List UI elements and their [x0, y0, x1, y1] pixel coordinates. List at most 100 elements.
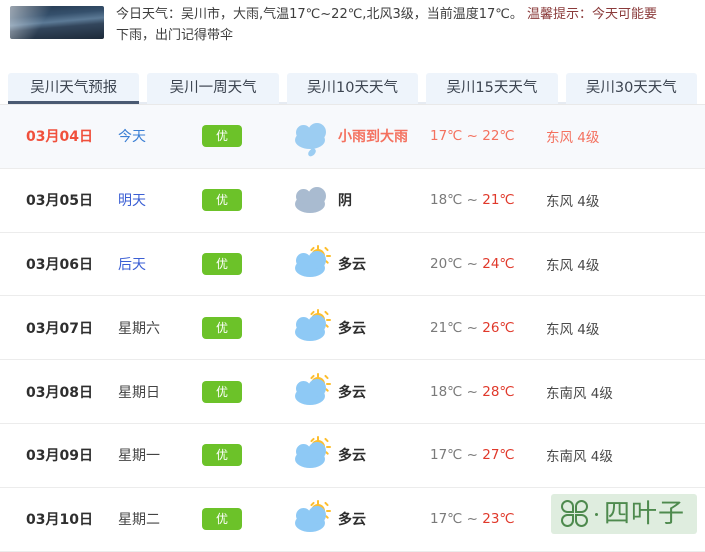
air-quality-badge: 优 — [202, 508, 242, 530]
temperature-range: 17℃ ~ 23℃ — [430, 511, 546, 527]
site-watermark: 四叶子 — [551, 494, 697, 534]
forecast-row: 03月05日明天优阴18℃ ~ 21℃东风 4级 — [0, 169, 705, 233]
air-quality-badge: 优 — [202, 444, 242, 466]
temperature-range: 18℃ ~ 21℃ — [430, 192, 546, 208]
temp-low: 18℃ — [430, 192, 462, 208]
forecast-date: 03月06日 — [26, 254, 118, 274]
weather-icon-cell — [288, 502, 334, 536]
temp-low: 17℃ — [430, 511, 462, 527]
temperature-range: 20℃ ~ 24℃ — [430, 256, 546, 272]
temp-low: 18℃ — [430, 384, 462, 400]
clover-icon — [561, 500, 589, 528]
rain-cloud-icon — [291, 119, 331, 153]
summary-line-2: 下雨，出门记得带伞 — [116, 28, 233, 43]
temp-separator: ~ — [462, 447, 482, 463]
temperature-range: 17℃ ~ 22℃ — [430, 128, 546, 144]
weather-thumbnail-image — [10, 6, 104, 39]
summary-line-1: 今日天气：吴川市，大雨,气温17℃~22℃,北风3级，当前温度17℃。 — [116, 7, 523, 22]
forecast-day-label: 星期日 — [118, 382, 202, 402]
weather-condition: 多云 — [334, 318, 430, 338]
temp-low: 17℃ — [430, 128, 462, 144]
temp-separator: ~ — [462, 192, 482, 208]
air-quality-cell: 优 — [202, 253, 288, 275]
forecast-day-label: 星期六 — [118, 318, 202, 338]
temp-high: 28℃ — [482, 384, 514, 400]
wind-info: 东风 4级 — [546, 190, 599, 210]
temp-separator: ~ — [462, 256, 482, 272]
air-quality-cell: 优 — [202, 444, 288, 466]
weather-icon-cell — [288, 183, 334, 217]
forecast-day-label[interactable]: 后天 — [118, 254, 202, 274]
forecast-date: 03月10日 — [26, 509, 118, 529]
air-quality-badge: 优 — [202, 381, 242, 403]
temp-high: 21℃ — [482, 192, 514, 208]
temperature-range: 17℃ ~ 27℃ — [430, 447, 546, 463]
temp-high: 22℃ — [482, 128, 514, 144]
temp-separator: ~ — [462, 128, 482, 144]
forecast-date: 03月04日 — [26, 126, 118, 146]
temp-low: 17℃ — [430, 447, 462, 463]
weather-condition: 多云 — [334, 254, 430, 274]
air-quality-badge: 优 — [202, 317, 242, 339]
temp-low: 21℃ — [430, 320, 462, 336]
temperature-range: 18℃ ~ 28℃ — [430, 384, 546, 400]
weather-icon-cell — [288, 119, 334, 153]
partly-cloudy-icon — [291, 502, 331, 536]
tab-wuchuan-30day[interactable]: 吴川30天天气 — [566, 73, 697, 104]
wind-info: 东风 4级 — [546, 254, 599, 274]
weather-summary-text: 今日天气：吴川市，大雨,气温17℃~22℃,北风3级，当前温度17℃。 温馨提示… — [116, 4, 657, 46]
air-quality-badge: 优 — [202, 189, 242, 211]
temp-separator: ~ — [462, 384, 482, 400]
weather-icon-cell — [288, 438, 334, 472]
weather-icon-cell — [288, 375, 334, 409]
overcast-cloud-icon — [291, 183, 331, 217]
temp-high: 26℃ — [482, 320, 514, 336]
forecast-row: 03月09日星期一优多云17℃ ~ 27℃东南风 4级 — [0, 424, 705, 488]
wind-info: 东南风 4级 — [546, 445, 613, 465]
temp-separator: ~ — [462, 320, 482, 336]
air-quality-badge: 优 — [202, 125, 242, 147]
air-quality-cell: 优 — [202, 189, 288, 211]
weather-icon-cell — [288, 247, 334, 281]
forecast-date: 03月05日 — [26, 190, 118, 210]
forecast-date: 03月09日 — [26, 445, 118, 465]
air-quality-cell: 优 — [202, 508, 288, 530]
forecast-row: 03月06日后天优多云20℃ ~ 24℃东风 4级 — [0, 233, 705, 297]
weather-condition: 多云 — [334, 382, 430, 402]
forecast-row: 03月04日今天优小雨到大雨17℃ ~ 22℃东风 4级 — [0, 105, 705, 169]
summary-tip: 温馨提示：今天可能要 — [527, 7, 657, 22]
forecast-row: 03月07日星期六优多云21℃ ~ 26℃东风 4级 — [0, 296, 705, 360]
watermark-label: 四叶子 — [604, 500, 685, 528]
forecast-day-label[interactable]: 明天 — [118, 190, 202, 210]
temp-separator: ~ — [462, 511, 482, 527]
weather-condition: 小雨到大雨 — [334, 126, 430, 146]
tab-wuchuan-forecast[interactable]: 吴川天气预报 — [8, 73, 139, 104]
weather-condition: 多云 — [334, 509, 430, 529]
forecast-day-label[interactable]: 今天 — [118, 126, 202, 146]
forecast-table: 03月04日今天优小雨到大雨17℃ ~ 22℃东风 4级03月05日明天优阴18… — [0, 104, 705, 552]
tab-wuchuan-10day[interactable]: 吴川10天天气 — [287, 73, 418, 104]
temp-low: 20℃ — [430, 256, 462, 272]
partly-cloudy-icon — [291, 438, 331, 472]
forecast-day-label: 星期一 — [118, 445, 202, 465]
air-quality-cell: 优 — [202, 381, 288, 403]
weather-icon-cell — [288, 311, 334, 345]
tab-wuchuan-week[interactable]: 吴川一周天气 — [147, 73, 278, 104]
forecast-date: 03月07日 — [26, 318, 118, 338]
wind-info: 东风 4级 — [546, 126, 599, 146]
forecast-tabs: 吴川天气预报 吴川一周天气 吴川10天天气 吴川15天天气 吴川30天天气 — [0, 62, 705, 104]
weather-summary: 今日天气：吴川市，大雨,气温17℃~22℃,北风3级，当前温度17℃。 温馨提示… — [0, 0, 705, 62]
temp-high: 24℃ — [482, 256, 514, 272]
partly-cloudy-icon — [291, 247, 331, 281]
temp-high: 23℃ — [482, 511, 514, 527]
watermark-dot-icon — [595, 513, 598, 516]
partly-cloudy-icon — [291, 311, 331, 345]
air-quality-cell: 优 — [202, 125, 288, 147]
temp-high: 27℃ — [482, 447, 514, 463]
forecast-date: 03月08日 — [26, 382, 118, 402]
wind-info: 东风 4级 — [546, 318, 599, 338]
air-quality-badge: 优 — [202, 253, 242, 275]
tab-wuchuan-15day[interactable]: 吴川15天天气 — [426, 73, 557, 104]
partly-cloudy-icon — [291, 375, 331, 409]
temperature-range: 21℃ ~ 26℃ — [430, 320, 546, 336]
